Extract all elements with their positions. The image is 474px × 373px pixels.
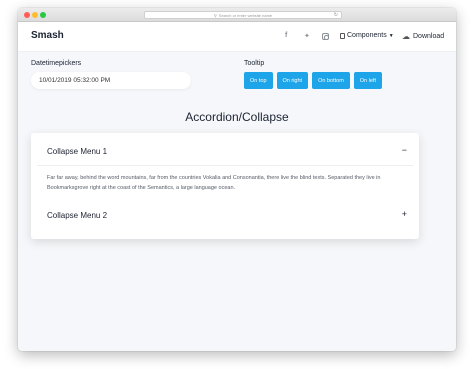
components-menu[interactable]: Components ▼ — [340, 32, 394, 39]
components-label: Components — [347, 32, 387, 39]
navbar: Smash f ✦ Components ▼ ☁ Download — [18, 22, 456, 52]
address-bar-placeholder: Search or enter website name — [218, 13, 273, 18]
download-link[interactable]: ☁ Download — [402, 32, 444, 41]
chevron-down-icon: ▼ — [388, 32, 394, 39]
collapse-minus-icon[interactable]: − — [402, 145, 407, 155]
accordion-item-1-header[interactable]: Collapse Menu 1 — [47, 147, 107, 156]
accordion-divider — [37, 165, 413, 166]
facebook-icon[interactable]: f — [285, 32, 287, 39]
accordion: Collapse Menu 1 − Far far away, behind t… — [31, 133, 419, 239]
datetime-input[interactable] — [31, 72, 191, 89]
instagram-icon[interactable] — [322, 33, 329, 40]
browser-chrome: ⚲ Search or enter website name ↻ — [18, 8, 456, 22]
browser-window: ⚲ Search or enter website name ↻ Smash f … — [18, 8, 456, 351]
download-label: Download — [413, 33, 445, 40]
tooltip-right-button[interactable]: On right — [276, 72, 309, 89]
accordion-item-2-header[interactable]: Collapse Menu 2 — [47, 211, 107, 220]
accordion-section-title: Accordion/Collapse — [185, 110, 289, 124]
document-icon — [340, 32, 345, 39]
search-icon: ⚲ — [213, 13, 217, 18]
tooltip-top-button[interactable]: On top — [244, 72, 273, 89]
minimize-window-button[interactable] — [32, 12, 38, 18]
tooltip-button-group: On top On right On bottom On left — [244, 72, 382, 89]
brand-logo[interactable]: Smash — [31, 30, 64, 41]
maximize-window-button[interactable] — [40, 12, 46, 18]
expand-plus-icon[interactable]: + — [402, 209, 407, 219]
cloud-download-icon: ☁ — [402, 32, 410, 41]
close-window-button[interactable] — [24, 12, 30, 18]
reload-icon[interactable]: ↻ — [334, 12, 338, 19]
address-bar[interactable]: ⚲ Search or enter website name ↻ — [144, 11, 342, 19]
tooltip-heading: Tooltip — [244, 60, 265, 67]
accordion-item-1-body: Far far away, behind the word mountains,… — [47, 175, 381, 191]
tooltip-bottom-button[interactable]: On bottom — [312, 72, 350, 89]
tooltip-left-button[interactable]: On left — [353, 72, 382, 89]
twitter-icon[interactable]: ✦ — [304, 32, 310, 40]
datetimepicker-heading: Datetimepickers — [31, 60, 82, 67]
